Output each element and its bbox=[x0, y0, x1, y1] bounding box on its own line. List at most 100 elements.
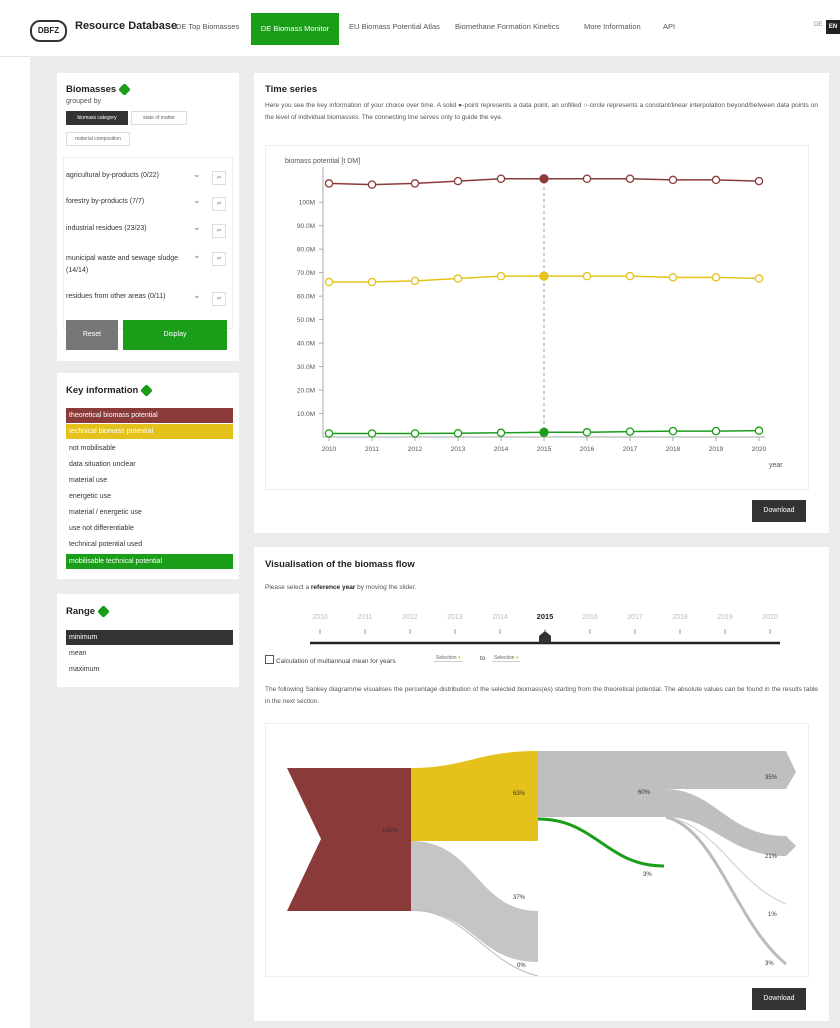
language-de[interactable]: DE bbox=[814, 22, 822, 28]
tab-eu-biomass-potential-atlas[interactable]: EU Biomass Potential Atlas bbox=[349, 22, 440, 31]
time-series-chart: biomass potential [t DM] year 10.0M 20.0M… bbox=[285, 158, 783, 469]
range-minimum[interactable]: minimum bbox=[66, 630, 233, 645]
group-material-composition[interactable]: material composition bbox=[66, 132, 130, 146]
data-point bbox=[539, 271, 549, 281]
select-all-icon[interactable]: ⇄ bbox=[212, 292, 226, 306]
select-all-icon[interactable]: ⇄ bbox=[212, 197, 226, 211]
x-tick-label: 2016 bbox=[580, 446, 595, 453]
year-to-select[interactable]: Selection ▾ bbox=[492, 655, 521, 662]
slider-year-label[interactable]: 2015 bbox=[537, 612, 554, 621]
data-point bbox=[367, 429, 377, 438]
sankey-link-mobilisable[interactable] bbox=[537, 817, 665, 868]
data-point bbox=[625, 174, 635, 183]
slider-year-label[interactable]: 2010 bbox=[312, 614, 328, 621]
chevron-down-icon: ▾ bbox=[515, 655, 519, 661]
time-series-download-button[interactable]: Download bbox=[752, 500, 806, 522]
year-from-select[interactable]: Selection ▾ bbox=[434, 655, 463, 662]
key-not-mobilisable[interactable]: not mobilisable bbox=[66, 441, 233, 456]
slider-year-label[interactable]: 2014 bbox=[492, 614, 508, 621]
multiannual-mean-option[interactable]: Calculation of multiannual mean for year… bbox=[265, 655, 396, 665]
slider-year-label[interactable]: 2018 bbox=[672, 614, 688, 621]
to-label: to bbox=[480, 655, 486, 662]
category-industrial-residues[interactable]: industrial residues (23/23) bbox=[66, 225, 206, 232]
chevron-down-icon[interactable]: ⌄ bbox=[193, 195, 201, 206]
y-tick-label: 80.0M bbox=[297, 247, 315, 254]
key-material-energetic-use[interactable]: material / energetic use bbox=[66, 505, 233, 520]
data-point bbox=[410, 429, 420, 438]
key-technical-potential-used[interactable]: technical potential used bbox=[66, 537, 233, 552]
slider-year-label[interactable]: 2019 bbox=[717, 614, 733, 621]
data-point bbox=[711, 426, 721, 436]
slider-year-label[interactable]: 2011 bbox=[357, 614, 372, 621]
dbfz-logo[interactable]: DBFZ bbox=[30, 20, 67, 42]
select-all-icon[interactable]: ⇄ bbox=[212, 252, 226, 266]
x-tick-label: 2011 bbox=[365, 446, 379, 453]
reference-year-slider[interactable]: 2010 2011 2012 2013 2014 2015 2016 2017 2018 2019… bbox=[290, 605, 800, 650]
chevron-down-icon[interactable]: ⌄ bbox=[193, 290, 201, 301]
key-data-situation-unclear[interactable]: data situation unclear bbox=[66, 457, 233, 472]
sankey-link-not-mobilisable[interactable] bbox=[411, 841, 538, 962]
x-tick-label: 2012 bbox=[408, 446, 423, 453]
category-residues-from-other-areas[interactable]: residues from other areas (0/11) bbox=[66, 293, 206, 300]
sankey-node-thirty-five[interactable] bbox=[664, 751, 796, 789]
select-all-icon[interactable]: ⇄ bbox=[212, 224, 226, 238]
sankey-label-0: 0% bbox=[517, 963, 526, 969]
info-icon[interactable] bbox=[140, 384, 154, 397]
x-tick-label: 2019 bbox=[709, 446, 724, 453]
key-mobilisable-technical-potential[interactable]: mobilisable technical potential bbox=[66, 554, 233, 569]
sankey-label-60: 60% bbox=[638, 790, 651, 796]
key-technical-biomass-potential[interactable]: technical biomass potential bbox=[66, 424, 233, 439]
slider-year-label[interactable]: 2012 bbox=[402, 614, 418, 621]
tab-more-information[interactable]: More Information bbox=[584, 22, 641, 31]
sankey-node-sixty[interactable] bbox=[538, 751, 664, 817]
data-point bbox=[754, 274, 764, 283]
sankey-label-21: 21% bbox=[765, 854, 778, 860]
data-point bbox=[539, 174, 549, 184]
y-tick-label: 100M bbox=[299, 200, 315, 207]
slider-year-label[interactable]: 2017 bbox=[627, 614, 643, 621]
brand-title[interactable]: Resource Database bbox=[75, 20, 177, 32]
data-point bbox=[410, 179, 420, 188]
slider-handle[interactable] bbox=[539, 631, 551, 643]
sankey-description: The following Sankey diagramme visualise… bbox=[265, 686, 818, 705]
range-maximum[interactable]: maximum bbox=[66, 662, 233, 677]
category-forestry-by-products[interactable]: forestry by-products (7/7) bbox=[66, 198, 206, 205]
tab-biomethane-formation-kinetics[interactable]: Biomethane Formation Kinetics bbox=[455, 22, 559, 31]
info-icon[interactable] bbox=[97, 605, 110, 618]
x-tick-label: 2018 bbox=[666, 446, 681, 453]
range-title: Range bbox=[66, 605, 110, 618]
chevron-down-icon[interactable]: ⌄ bbox=[193, 169, 201, 180]
data-point bbox=[711, 273, 721, 282]
sankey-node-theoretical[interactable] bbox=[287, 768, 411, 911]
group-state-of-matter[interactable]: state of matter bbox=[131, 111, 187, 125]
tab-de-top-biomasses[interactable]: DE Top Biomasses bbox=[176, 22, 239, 31]
data-point bbox=[711, 175, 721, 185]
range-mean[interactable]: mean bbox=[66, 646, 233, 661]
tab-api[interactable]: API bbox=[663, 22, 675, 31]
group-biomass-category[interactable]: biomass category bbox=[66, 111, 128, 125]
multiannual-checkbox[interactable] bbox=[265, 655, 274, 664]
tab-de-biomass-monitor[interactable]: DE Biomass Monitor bbox=[251, 13, 339, 45]
category-agricultural-by-products[interactable]: agricultural by-products (0/22) bbox=[66, 172, 206, 179]
sankey-label-100: 100% bbox=[382, 828, 398, 834]
data-point bbox=[496, 174, 506, 183]
reset-button[interactable]: Reset bbox=[66, 320, 118, 350]
slider-year-label[interactable]: 2013 bbox=[447, 614, 463, 621]
info-icon[interactable] bbox=[118, 83, 132, 96]
key-use-not-differentiable[interactable]: use not differentiable bbox=[66, 521, 233, 536]
slider-year-label[interactable]: 2016 bbox=[582, 614, 598, 621]
key-theoretical-biomass-potential[interactable]: theoretical biomass potential bbox=[66, 408, 233, 423]
category-municipal-waste[interactable]: municipal waste and sewage sludge (14/14… bbox=[66, 253, 191, 277]
slider-year-label[interactable]: 2020 bbox=[762, 614, 778, 621]
language-en[interactable]: EN bbox=[826, 20, 840, 34]
key-material-use[interactable]: material use bbox=[66, 473, 233, 488]
key-energetic-use[interactable]: energetic use bbox=[66, 489, 233, 504]
x-tick-label: 2014 bbox=[494, 446, 509, 453]
sankey-download-button[interactable]: Download bbox=[752, 988, 806, 1010]
chevron-down-icon[interactable]: ⌄ bbox=[193, 222, 201, 233]
chevron-down-icon[interactable]: ⌄ bbox=[193, 250, 201, 261]
display-button[interactable]: Display bbox=[123, 320, 227, 350]
data-point bbox=[367, 277, 377, 287]
time-series-title: Time series bbox=[265, 84, 318, 95]
select-all-icon[interactable]: ⇄ bbox=[212, 171, 226, 185]
